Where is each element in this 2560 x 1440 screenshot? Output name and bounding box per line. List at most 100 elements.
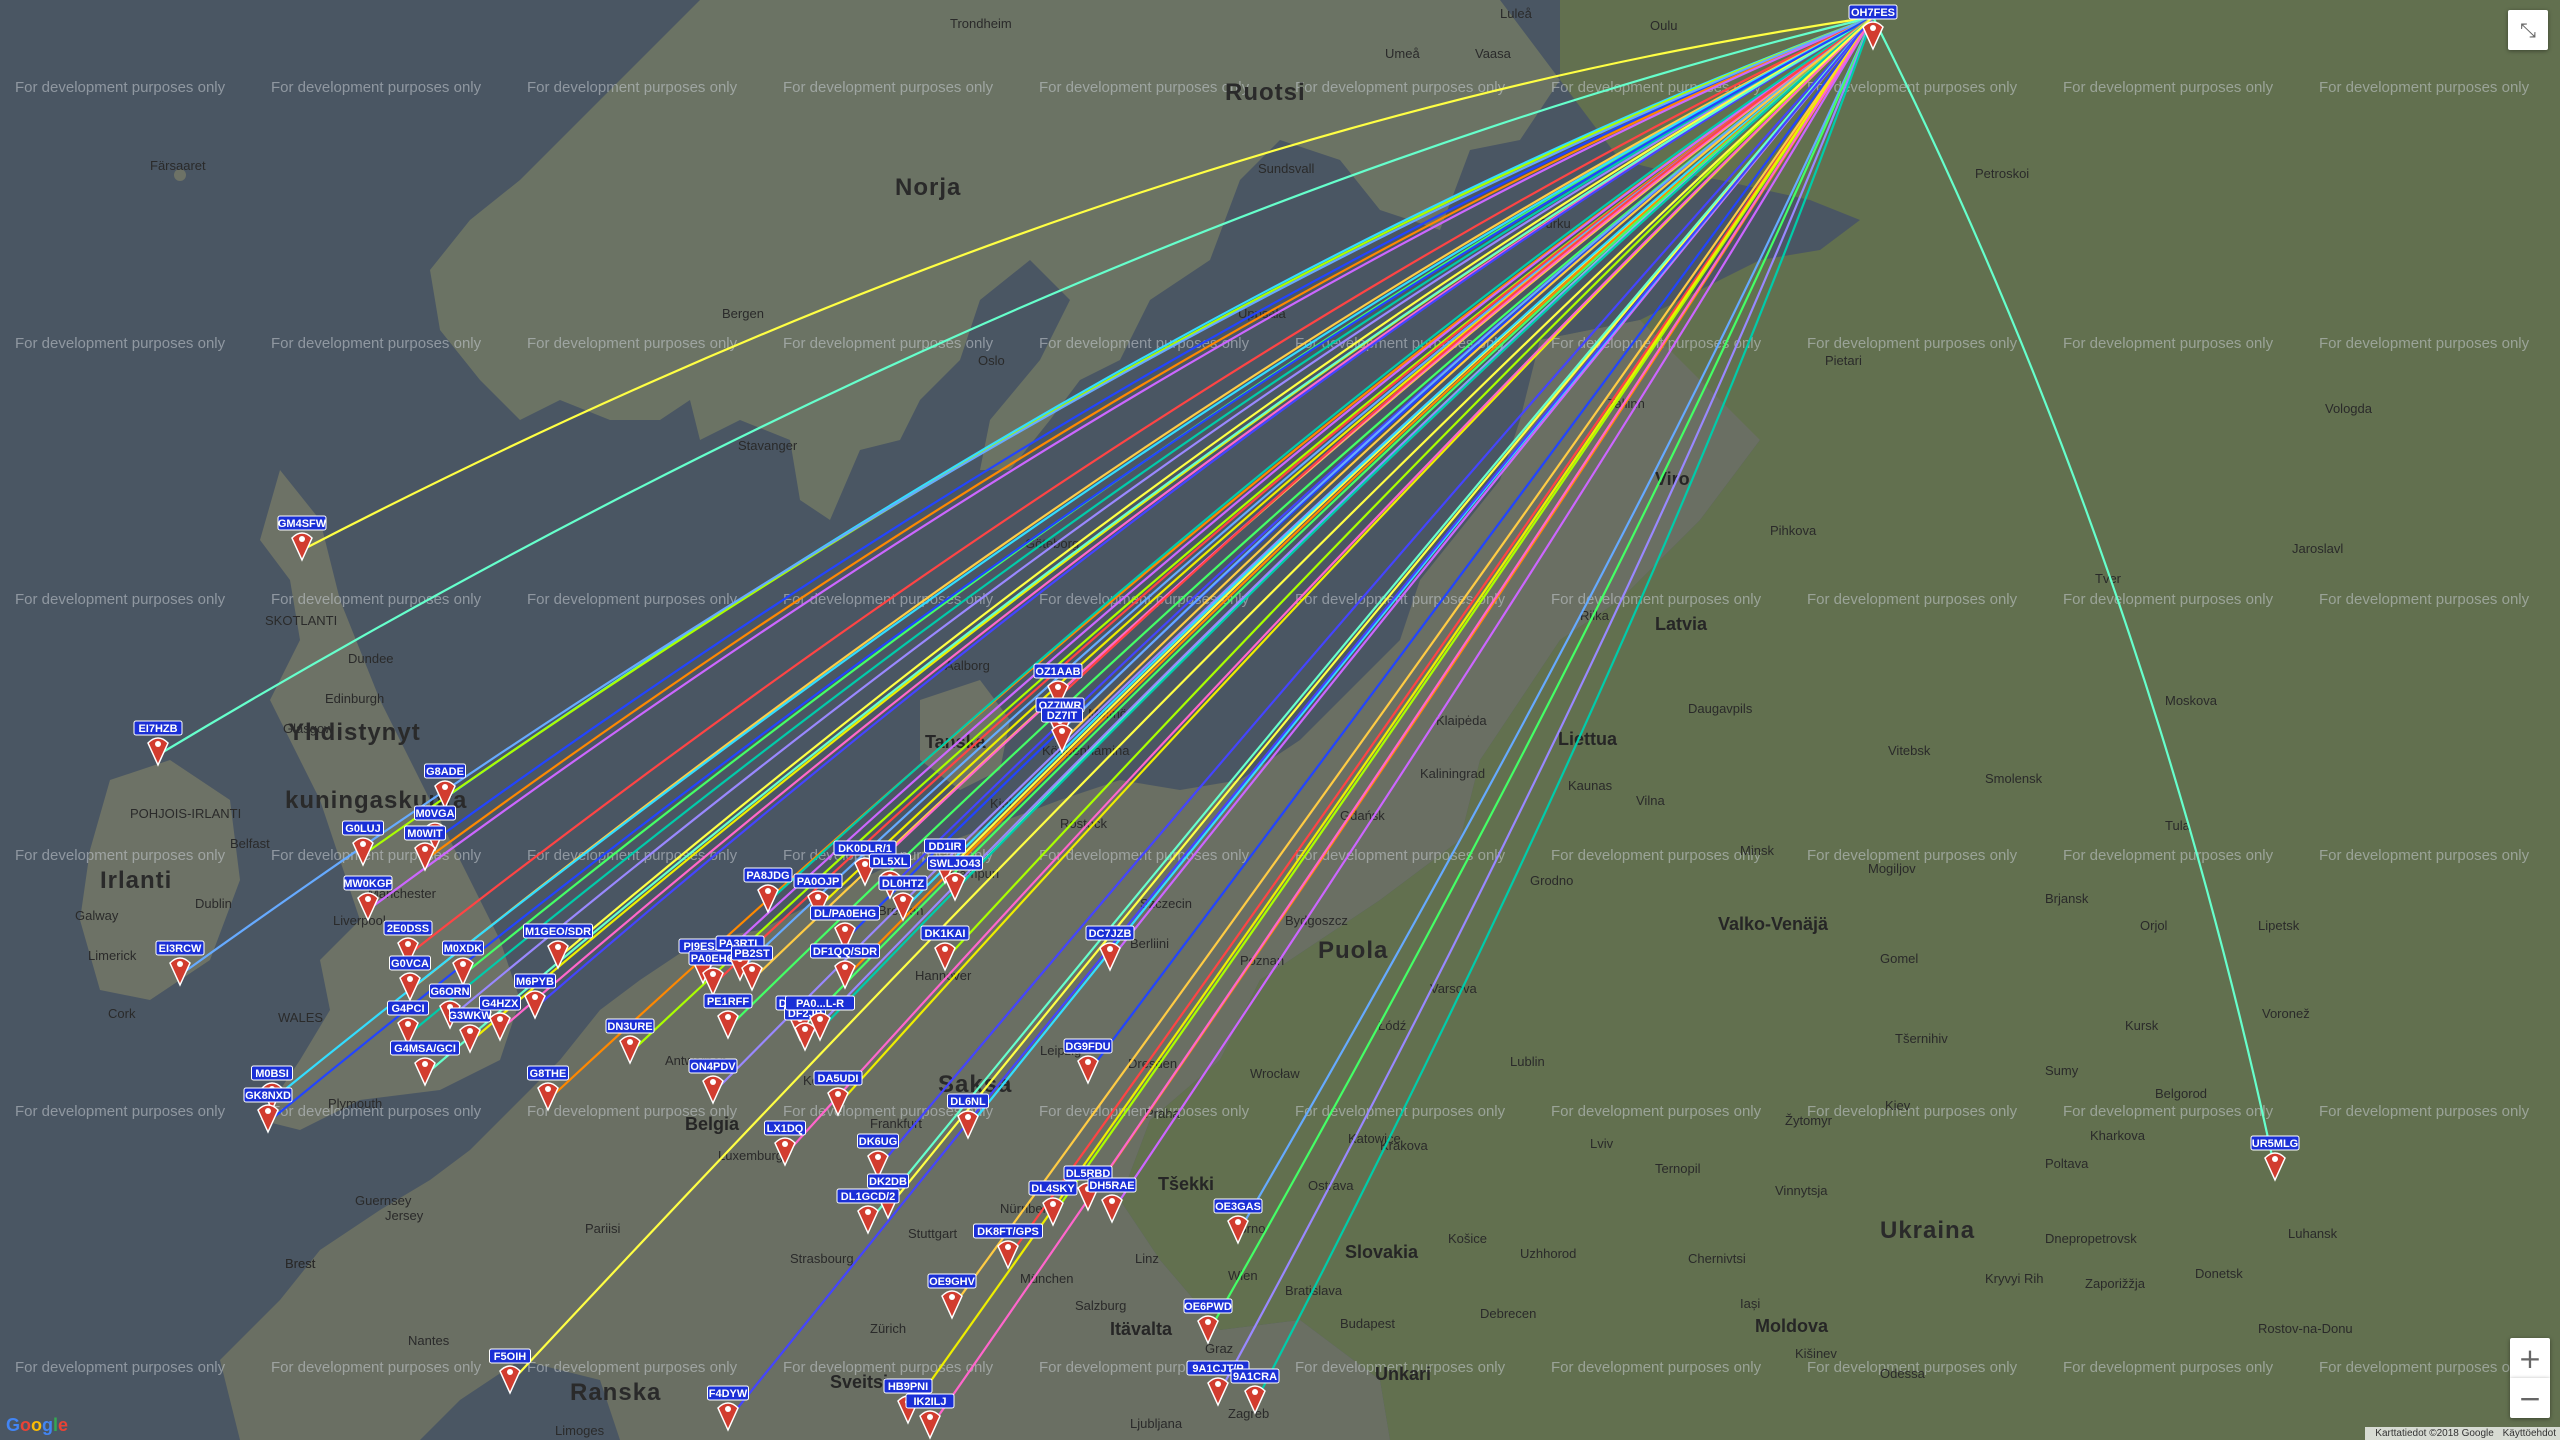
watermark-text: For development purposes only [15,591,226,608]
place-label: Jersey [385,1208,424,1223]
terms-link[interactable]: Käyttöehdot [2503,1428,2556,1439]
pin-dot [802,1026,808,1032]
fullscreen-toggle-button[interactable]: ⤡ [2508,10,2548,50]
place-label: Ternopil [1655,1161,1701,1176]
pin-dot [710,971,716,977]
pin-dot [1059,728,1065,734]
watermark-text: For development purposes only [2319,335,2530,352]
place-label: Oulu [1650,18,1677,33]
watermark-text: For development purposes only [271,1359,482,1376]
watermark-text: For development purposes only [2063,79,2274,96]
watermark-text: For development purposes only [1551,1103,1762,1120]
place-label: Kišinev [1795,1346,1837,1361]
pin-dot [952,876,958,882]
place-label: Voronež [2262,1006,2310,1021]
place-label: Edinburgh [325,691,384,706]
watermark-text: For development purposes only [2063,847,2274,864]
watermark-text: For development purposes only [2319,79,2530,96]
place-label: Uzhhorod [1520,1246,1576,1261]
place-label: Mogiljov [1868,861,1916,876]
station-callsign: G3WKW [448,1010,492,1022]
place-label: Limerick [88,948,137,963]
station-callsign: DL4SKY [1031,1183,1075,1195]
place-label: Linz [1135,1251,1159,1266]
watermark-text: For development purposes only [15,847,226,864]
station-callsign: G8ADE [426,766,464,778]
station-callsign: IK2ILJ [913,1396,946,1408]
watermark-text: For development purposes only [15,1359,226,1376]
place-label: Norja [895,174,961,201]
station-callsign: EI7HZB [138,723,177,735]
place-label: Moskova [2165,693,2218,708]
pin-dot [299,536,305,542]
place-label: Debrecen [1480,1306,1536,1321]
pin-dot [2272,1156,2278,1162]
station-callsign: PE1RFF [707,996,749,1008]
pin-dot [467,1028,473,1034]
place-label: Graz [1205,1341,1233,1356]
watermark-text: For development purposes only [2063,335,2274,352]
station-callsign: SWLJO43 [929,858,980,870]
place-label: Bydgoszcz [1285,913,1348,928]
place-label: WALES [278,1010,323,1025]
station-callsign: DG9FDU [1065,1041,1110,1053]
watermark-text: For development purposes only [2063,1359,2274,1376]
watermark-text: For development purposes only [1551,847,1762,864]
pin-dot [725,1014,731,1020]
place-label: Valko-Venäjä [1718,914,1829,934]
place-label: Salzburg [1075,1298,1126,1313]
station-marker[interactable]: EI7HZB [133,720,183,767]
station-callsign: DD1IR [928,841,961,853]
place-label: Itävalta [1110,1319,1173,1339]
place-label: Kiev [1885,1098,1911,1113]
place-label: Odessa [1880,1366,1926,1381]
watermark-text: For development purposes only [271,79,482,96]
place-label: Varsova [1430,981,1477,996]
station-callsign: OE9GHV [929,1276,976,1288]
google-logo[interactable]: Google [6,1415,68,1436]
station-callsign: DL0HTZ [882,878,924,890]
place-label: Pihkova [1770,523,1817,538]
place-label: Guernsey [355,1193,412,1208]
place-label: Strasbourg [790,1251,854,1266]
pin-dot [422,846,428,852]
place-label: Budapest [1340,1316,1395,1331]
pin-dot [177,961,183,967]
pin-dot [765,888,771,894]
map-layer[interactable]: For development purposes only For develop… [0,0,2560,1440]
watermark-text: For development purposes only [2319,1103,2530,1120]
map-canvas[interactable]: For development purposes only For develop… [0,0,2560,1440]
place-label: Glasgow [283,721,334,736]
zoom-out-button[interactable]: − [2510,1378,2550,1418]
place-label: Belgia [685,1114,740,1134]
place-label: Iași [1740,1296,1760,1311]
place-label: Zürich [870,1321,906,1336]
station-callsign: GK8NXD [245,1090,291,1102]
watermark-text: For development purposes only [1551,591,1762,608]
watermark-text: For development purposes only [783,335,994,352]
place-label: Liettua [1558,729,1618,749]
pin-dot [1205,1319,1211,1325]
pin-dot [862,861,868,867]
station-callsign: OE6PWD [1184,1301,1232,1313]
pin-dot [532,994,538,1000]
place-label: Smolensk [1985,771,2043,786]
place-label: Vaasa [1475,46,1512,61]
station-callsign: UR5MLG [2252,1138,2298,1150]
zoom-in-button[interactable]: + [2510,1338,2550,1378]
station-callsign: DL5XL [873,856,908,868]
place-label: Kryvyi Rih [1985,1271,2044,1286]
station-callsign: PA0OJP [797,876,840,888]
station-callsign: DK1KAI [925,928,966,940]
pin-dot [365,896,371,902]
station-marker[interactable]: PA8JDG [743,867,793,914]
station-callsign: ON4PDV [690,1061,736,1073]
pin-dot [1235,1219,1241,1225]
station-callsign: EI3RCW [159,943,202,955]
place-label: Färsaaret [150,158,206,173]
place-label: Galway [75,908,119,923]
pin-dot [749,966,755,972]
place-label: Belgorod [2155,1086,2207,1101]
watermark-text: For development purposes only [2319,847,2530,864]
station-callsign: G4HZX [482,998,519,1010]
